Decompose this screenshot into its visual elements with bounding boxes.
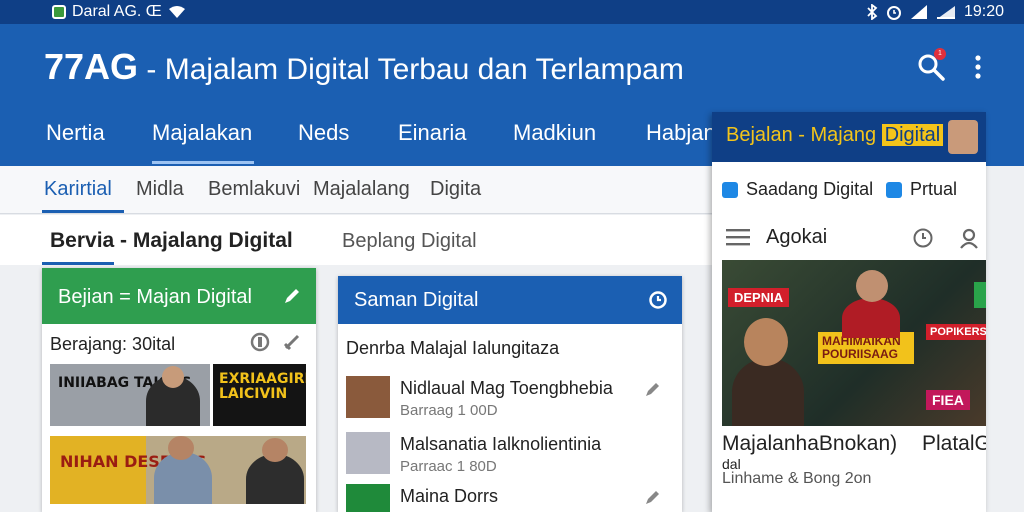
signal-icon [910, 5, 927, 19]
person-image [842, 298, 900, 338]
nav-tab-active[interactable]: Majalakan [152, 120, 254, 164]
app-notification-icon [52, 5, 66, 19]
thumbnail[interactable]: NIHAN DESPAUS [50, 436, 306, 504]
section-subtitle[interactable]: Beplang Digital [342, 230, 477, 253]
person-face [744, 318, 788, 366]
edit-icon[interactable] [282, 286, 302, 306]
notification-badge: 1 [934, 48, 946, 60]
sub-tab-active[interactable]: Karirtial [44, 178, 112, 201]
hero-image[interactable]: DEPNIA MAHIMAIKAN POURIISAAG POPIKERS FI… [722, 260, 986, 426]
person-face [168, 436, 194, 460]
section-header: Bervia - Majalang Digital Beplang Digita… [0, 215, 712, 265]
history-icon[interactable] [912, 227, 934, 249]
user-icon[interactable] [958, 227, 980, 249]
side-panel: Bejalan - Majang Digital Saadang Digital… [712, 112, 986, 512]
side-panel-title: Bejalan - Majang Digital [726, 124, 944, 147]
list-item-title: Malsanatia Ialknolientinia [400, 434, 602, 454]
hero-tag: DEPNIA [728, 288, 790, 307]
side-panel-title-highlight: Digital [881, 124, 944, 146]
nav-tab[interactable]: Neds [298, 120, 349, 164]
bluetooth-icon [867, 4, 878, 20]
sub-tab[interactable]: Bemlakuvi [208, 178, 300, 201]
list-item[interactable]: Malsanatia Ialknolientinia Parraac 1 80D [346, 432, 672, 484]
green-card-title: Bejian = Majan Digital [58, 286, 252, 308]
thumbnail[interactable]: EXRIAAGIRE LAICIVIN [213, 364, 306, 426]
side-panel-header: Bejalan - Majang Digital [712, 112, 986, 162]
list-item[interactable]: Nidlaual Mag Toengbhebia Barraag 1 00D [346, 376, 672, 428]
thumbnail[interactable]: INIIABAG TAIGUS [50, 364, 210, 426]
blue-card-title: Saman Digital [354, 289, 479, 311]
edit-icon[interactable] [644, 488, 662, 506]
green-card-actions [250, 332, 302, 352]
green-card[interactable]: Bejian = Majan Digital Berajang: 30ital … [42, 268, 316, 512]
checkbox-label: Prtual [910, 179, 958, 199]
status-bar: Daral AG. Œ 19:20 [0, 0, 1024, 24]
sub-tabs: Karirtial Midla Bemlakuvi Majalalang Dig… [0, 166, 712, 214]
list-item-title: Nidlaual Mag Toengbhebia [400, 378, 613, 398]
menu-icon[interactable] [726, 228, 750, 246]
person-face [162, 366, 184, 388]
sub-tab[interactable]: Majalalang [313, 178, 410, 201]
app-title-text: - Majalam Digital Terbau dan Terlampam [138, 53, 684, 86]
sub-tab[interactable]: Digita [430, 178, 481, 201]
blue-card-header: Saman Digital [338, 276, 682, 324]
list-item-title: Maina Dorrs [400, 486, 499, 506]
avatar[interactable] [948, 120, 978, 154]
side-panel-toolbar: Agokai [712, 216, 986, 260]
nav-tab[interactable]: Nertia [46, 120, 105, 164]
hero-caption[interactable]: MajalanhaBnokan) [722, 432, 897, 456]
wifi-icon [168, 6, 185, 18]
sub-tab[interactable]: Midla [136, 178, 184, 201]
hero-caption[interactable]: PlatalG [922, 432, 986, 456]
side-panel-title-text: Bejalan - Majang [726, 124, 882, 146]
hero-tag: POPIKERS [926, 324, 986, 340]
side-panel-toolbar-label: Agokai [766, 226, 828, 248]
green-card-subtitle: Berajang: 30ital [50, 334, 176, 354]
blue-card[interactable]: Saman Digital Denrba Malajal Ialungitaza… [338, 276, 682, 512]
green-card-header: Bejian = Majan Digital [42, 268, 316, 324]
person-face [262, 438, 288, 462]
hero-meta: Linhame & Bong 2on [722, 470, 872, 487]
list-item-meta: Barraag 1 00D [400, 402, 498, 419]
nav-tab[interactable]: Habjan [646, 120, 716, 164]
checkbox-item[interactable]: Prtual [886, 179, 957, 200]
checkbox-icon[interactable] [886, 181, 902, 198]
app-title-brand: 77AG [44, 46, 139, 87]
person-face [856, 270, 888, 302]
section-indicator [42, 262, 114, 265]
nav-tab[interactable]: Einaria [398, 120, 466, 164]
edit-icon[interactable] [644, 380, 662, 398]
person-image [732, 358, 804, 426]
coin-icon[interactable] [250, 332, 270, 352]
hero-tag: FIEA [926, 390, 970, 410]
sub-tab-indicator [42, 210, 124, 213]
status-time: 19:20 [963, 3, 1004, 20]
list-item-meta: Parraac 1 80D [400, 458, 497, 475]
avatar [346, 376, 390, 418]
checkbox-icon[interactable] [722, 181, 738, 198]
checkbox-item[interactable]: Saadang Digital [722, 179, 873, 200]
hero-accent [974, 282, 986, 308]
status-left-text: Daral AG. Œ [72, 3, 162, 20]
clock-icon[interactable] [648, 290, 668, 310]
list-item[interactable]: Maina Dorrs [346, 484, 672, 512]
app-title: 77AG - Majalam Digital Terbau dan Terlam… [44, 46, 684, 88]
avatar [346, 432, 390, 474]
more-vert-icon[interactable] [966, 52, 990, 82]
nav-tab[interactable]: Madkiun [513, 120, 596, 164]
alarm-icon [886, 6, 901, 20]
blue-card-subtitle: Denrba Malajal Ialungitaza [346, 338, 560, 358]
battery-icon [936, 6, 955, 19]
checkbox-label: Saadang Digital [746, 179, 874, 199]
avatar [346, 484, 390, 512]
section-title: Bervia - Majalang Digital [50, 229, 293, 252]
thumbnail-text: EXRIAAGIRE LAICIVIN [219, 371, 306, 402]
link-icon[interactable] [282, 332, 302, 352]
